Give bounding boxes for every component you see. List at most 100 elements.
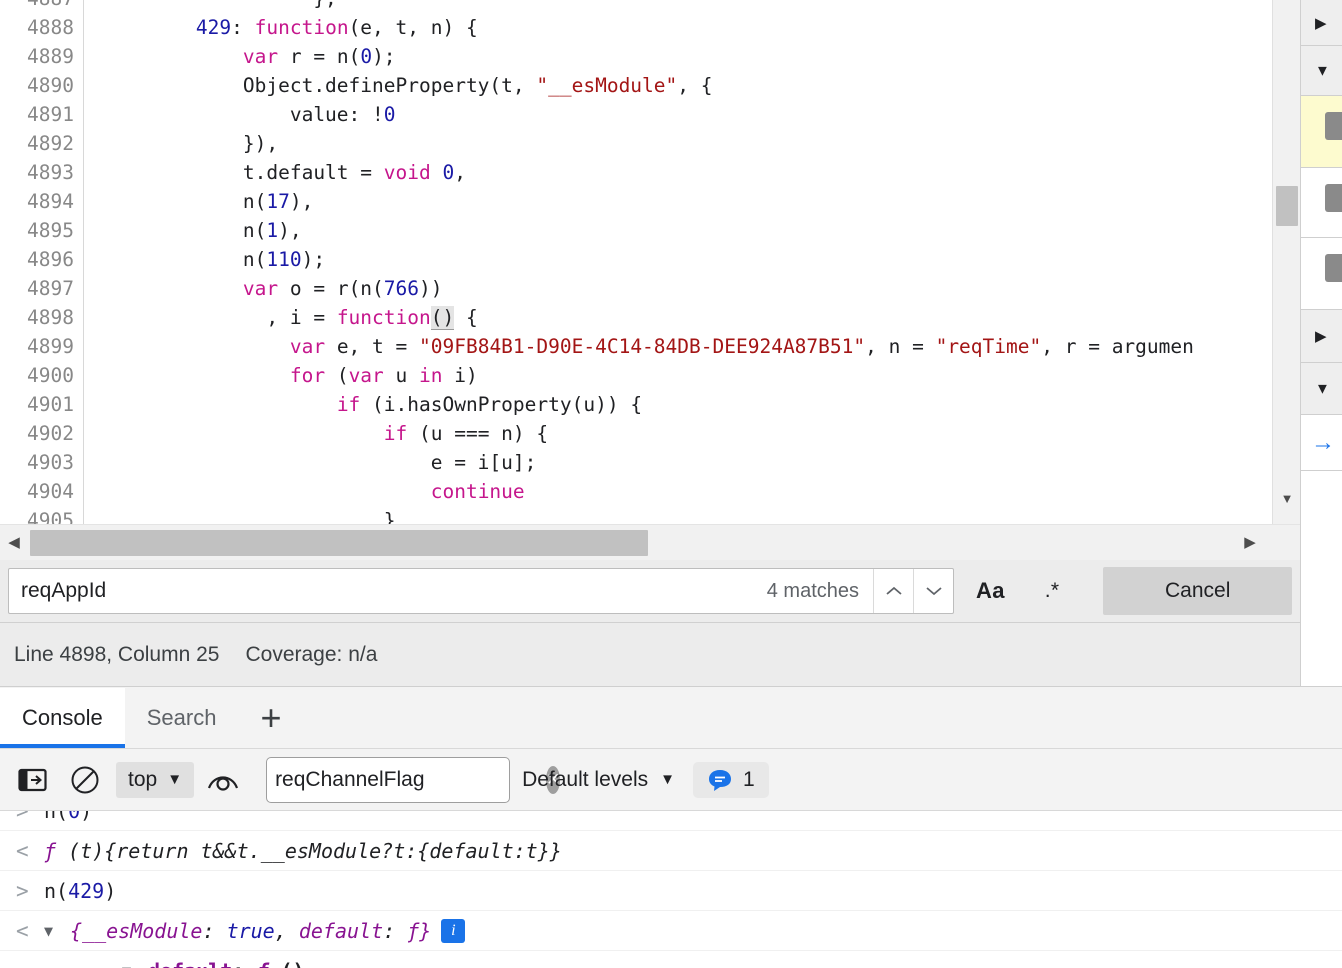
code-token: , <box>454 161 466 184</box>
code-line[interactable]: } <box>84 506 396 524</box>
line-number[interactable]: 4896 <box>0 245 84 274</box>
line-number[interactable]: 4902 <box>0 419 84 448</box>
code-line[interactable]: t.default = void 0, <box>84 158 466 187</box>
console-sidebar-toggle-button[interactable] <box>12 759 54 801</box>
scroll-down-arrow-icon[interactable]: ▼ <box>1273 492 1300 506</box>
console-message-text: n(429) <box>44 879 116 903</box>
code-token: "reqTime" <box>936 335 1042 358</box>
code-token: ), <box>278 219 301 242</box>
editor-horizontal-scrollbar[interactable]: ◀ ▶ <box>0 524 1300 560</box>
expand-triangle-icon[interactable]: ▼ <box>122 962 148 968</box>
console-message[interactable]: >n(429) <box>0 871 1342 911</box>
console-filter-field[interactable]: ✕ <box>266 757 510 803</box>
execution-context-selector[interactable]: top ▼ <box>116 762 194 798</box>
rail-section[interactable]: → <box>1301 415 1342 471</box>
code-line[interactable]: e = i[u]; <box>84 448 536 477</box>
breakpoint-chip-icon[interactable] <box>1325 112 1342 140</box>
message-count-badge[interactable]: 1 <box>693 762 769 798</box>
line-number[interactable]: 4887 <box>0 0 84 13</box>
line-number[interactable]: 4900 <box>0 361 84 390</box>
info-badge-icon[interactable]: i <box>441 919 465 943</box>
code-content-area[interactable]: }, 429: function(e, t, n) { var r = n(0)… <box>84 0 1300 524</box>
code-line[interactable]: var o = r(n(766)) <box>84 274 443 303</box>
expand-triangle-icon[interactable]: ▼ <box>44 922 70 940</box>
code-line[interactable]: for (var u in i) <box>84 361 478 390</box>
line-number-gutter[interactable]: 4887488848894890489148924893489448954896… <box>0 0 84 524</box>
console-output-list[interactable]: >n(0)<ƒ (t){return t&&t.__esModule?t:{de… <box>0 811 1342 968</box>
rail-section[interactable]: ▼ <box>1301 363 1342 415</box>
console-message[interactable]: <▼{__esModule: true, default: ƒ}i <box>0 911 1342 951</box>
line-number[interactable]: 4905 <box>0 506 84 524</box>
clear-console-button[interactable] <box>64 759 106 801</box>
console-filter-input[interactable] <box>275 768 546 792</box>
chevron-right-icon[interactable]: ▶ <box>1315 327 1327 345</box>
code-line[interactable]: 429: function(e, t, n) { <box>84 13 478 42</box>
editor-vertical-scrollbar[interactable]: ▼ <box>1272 0 1300 524</box>
scroll-right-arrow-icon[interactable]: ▶ <box>1240 532 1260 554</box>
search-field-wrapper[interactable]: 4 matches <box>8 568 954 614</box>
breakpoint-chip-icon[interactable] <box>1325 254 1342 282</box>
rail-section[interactable] <box>1301 96 1342 168</box>
console-message[interactable]: <ƒ (t){return t&&t.__esModule?t:{default… <box>0 831 1342 871</box>
line-number[interactable]: 4893 <box>0 158 84 187</box>
line-number[interactable]: 4892 <box>0 129 84 158</box>
code-line[interactable]: if (i.hasOwnProperty(u)) { <box>84 390 642 419</box>
rail-section[interactable] <box>1301 238 1342 310</box>
cancel-search-button[interactable]: Cancel <box>1103 567 1292 615</box>
search-next-match-button[interactable] <box>913 569 953 613</box>
breakpoint-chip-icon[interactable] <box>1325 184 1342 212</box>
regex-toggle[interactable]: .* <box>1045 579 1060 603</box>
add-tab-button[interactable]: + <box>260 700 281 748</box>
code-line[interactable]: continue <box>84 477 525 506</box>
line-number[interactable]: 4889 <box>0 42 84 71</box>
code-line[interactable]: n(17), <box>84 187 313 216</box>
line-number[interactable]: 4903 <box>0 448 84 477</box>
rail-section[interactable] <box>1301 168 1342 238</box>
rail-section[interactable]: ▼ <box>1301 46 1342 96</box>
code-line[interactable]: var r = n(0); <box>84 42 396 71</box>
chevron-down-icon[interactable]: ▼ <box>1315 380 1330 397</box>
chevron-down-icon[interactable]: ▼ <box>1315 62 1330 79</box>
console-message[interactable]: ▼default: ƒ () <box>0 951 1342 968</box>
code-line[interactable]: Object.defineProperty(t, "__esModule", { <box>84 71 713 100</box>
line-number[interactable]: 4897 <box>0 274 84 303</box>
step-over-arrow-icon[interactable]: → <box>1311 429 1335 457</box>
debugger-sidebar-rail[interactable]: ▶ ▼ ▶ ▼ → <box>1300 0 1342 690</box>
search-input[interactable] <box>9 569 753 613</box>
code-token: r = n( <box>278 45 360 68</box>
code-line[interactable]: , i = function() { <box>84 303 478 332</box>
code-line[interactable]: }, <box>84 0 337 13</box>
code-line[interactable]: n(1), <box>84 216 302 245</box>
editor-vertical-scrollbar-thumb[interactable] <box>1276 186 1298 226</box>
rail-section[interactable]: ▶ <box>1301 0 1342 46</box>
line-number[interactable]: 4888 <box>0 13 84 42</box>
line-number[interactable]: 4898 <box>0 303 84 332</box>
live-expression-button[interactable] <box>202 759 244 801</box>
source-code-editor[interactable]: 4887488848894890489148924893489448954896… <box>0 0 1300 524</box>
chevron-right-icon[interactable]: ▶ <box>1315 14 1327 32</box>
code-line[interactable]: value: !0 <box>84 100 396 129</box>
code-line[interactable]: if (u === n) { <box>84 419 548 448</box>
rail-section[interactable] <box>1301 471 1342 690</box>
line-number[interactable]: 4894 <box>0 187 84 216</box>
editor-horizontal-scrollbar-thumb[interactable] <box>30 530 648 556</box>
search-previous-match-button[interactable] <box>873 569 913 613</box>
rail-section[interactable]: ▶ <box>1301 310 1342 363</box>
line-number[interactable]: 4904 <box>0 477 84 506</box>
console-message-text: ƒ (t){return t&&t.__esModule?t:{default:… <box>44 839 562 863</box>
code-line[interactable]: var e, t = "09FB84B1-D90E-4C14-84DB-DEE9… <box>84 332 1194 361</box>
tab-search[interactable]: Search <box>125 688 239 748</box>
console-message[interactable]: >n(0) <box>0 811 1342 831</box>
line-number[interactable]: 4899 <box>0 332 84 361</box>
log-levels-selector[interactable]: Default levels ▼ <box>522 768 675 792</box>
line-number[interactable]: 4895 <box>0 216 84 245</box>
match-case-toggle[interactable]: Aa <box>976 578 1005 604</box>
line-number[interactable]: 4901 <box>0 390 84 419</box>
line-number[interactable]: 4890 <box>0 71 84 100</box>
tab-console[interactable]: Console <box>0 688 125 748</box>
line-number[interactable]: 4891 <box>0 100 84 129</box>
code-token: n( <box>102 248 266 271</box>
code-line[interactable]: }), <box>84 129 278 158</box>
code-line[interactable]: n(110); <box>84 245 325 274</box>
scroll-left-arrow-icon[interactable]: ◀ <box>4 532 24 554</box>
